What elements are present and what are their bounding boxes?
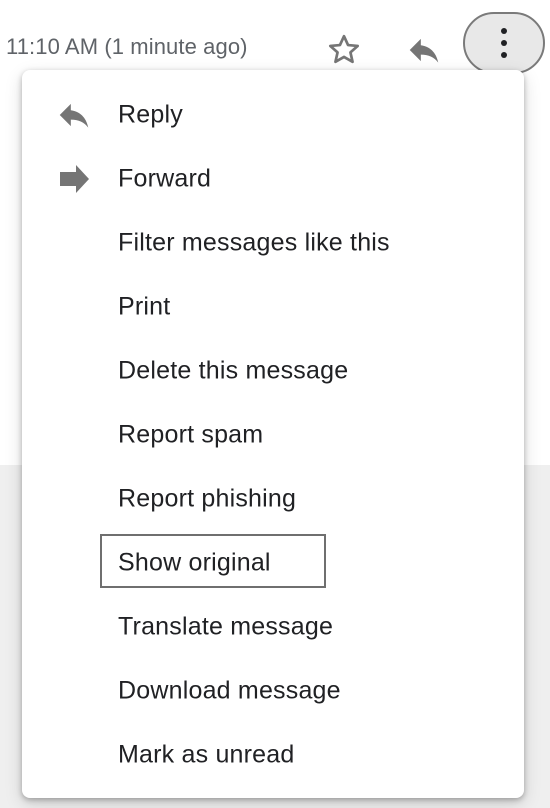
more-options-menu: Reply Forward Filter messages like this … — [22, 70, 524, 798]
menu-item-translate[interactable]: Translate message — [22, 595, 524, 659]
star-outline-icon — [329, 34, 359, 64]
menu-item-mark-unread[interactable]: Mark as unread — [22, 723, 524, 787]
menu-item-label: Delete this message — [118, 356, 349, 385]
reply-icon — [409, 38, 439, 63]
menu-item-report-phishing[interactable]: Report phishing — [22, 467, 524, 531]
menu-item-reply[interactable]: Reply — [22, 83, 524, 147]
reply-button[interactable] — [402, 28, 446, 72]
menu-item-label: Report spam — [118, 420, 264, 449]
reply-icon — [54, 97, 94, 133]
more-options-button[interactable] — [463, 12, 545, 74]
menu-item-label: Download message — [118, 676, 341, 705]
menu-item-label: Filter messages like this — [118, 228, 390, 257]
menu-item-label: Translate message — [118, 612, 334, 641]
menu-item-forward[interactable]: Forward — [22, 147, 524, 211]
menu-item-label: Print — [118, 292, 171, 321]
menu-item-delete[interactable]: Delete this message — [22, 339, 524, 403]
menu-item-label: Show original — [118, 548, 271, 577]
menu-item-filter-messages[interactable]: Filter messages like this — [22, 211, 524, 275]
menu-item-show-original[interactable]: Show original — [22, 531, 524, 595]
star-button[interactable] — [322, 28, 366, 72]
forward-icon — [54, 161, 94, 197]
message-timestamp: 11:10 AM (1 minute ago) — [6, 34, 248, 59]
menu-item-download[interactable]: Download message — [22, 659, 524, 723]
menu-item-label: Report phishing — [118, 484, 297, 513]
menu-item-print[interactable]: Print — [22, 275, 524, 339]
menu-item-label: Forward — [118, 164, 212, 193]
menu-item-label: Mark as unread — [118, 740, 295, 769]
more-vertical-icon — [501, 28, 507, 58]
menu-item-report-spam[interactable]: Report spam — [22, 403, 524, 467]
menu-item-label: Reply — [118, 100, 183, 129]
